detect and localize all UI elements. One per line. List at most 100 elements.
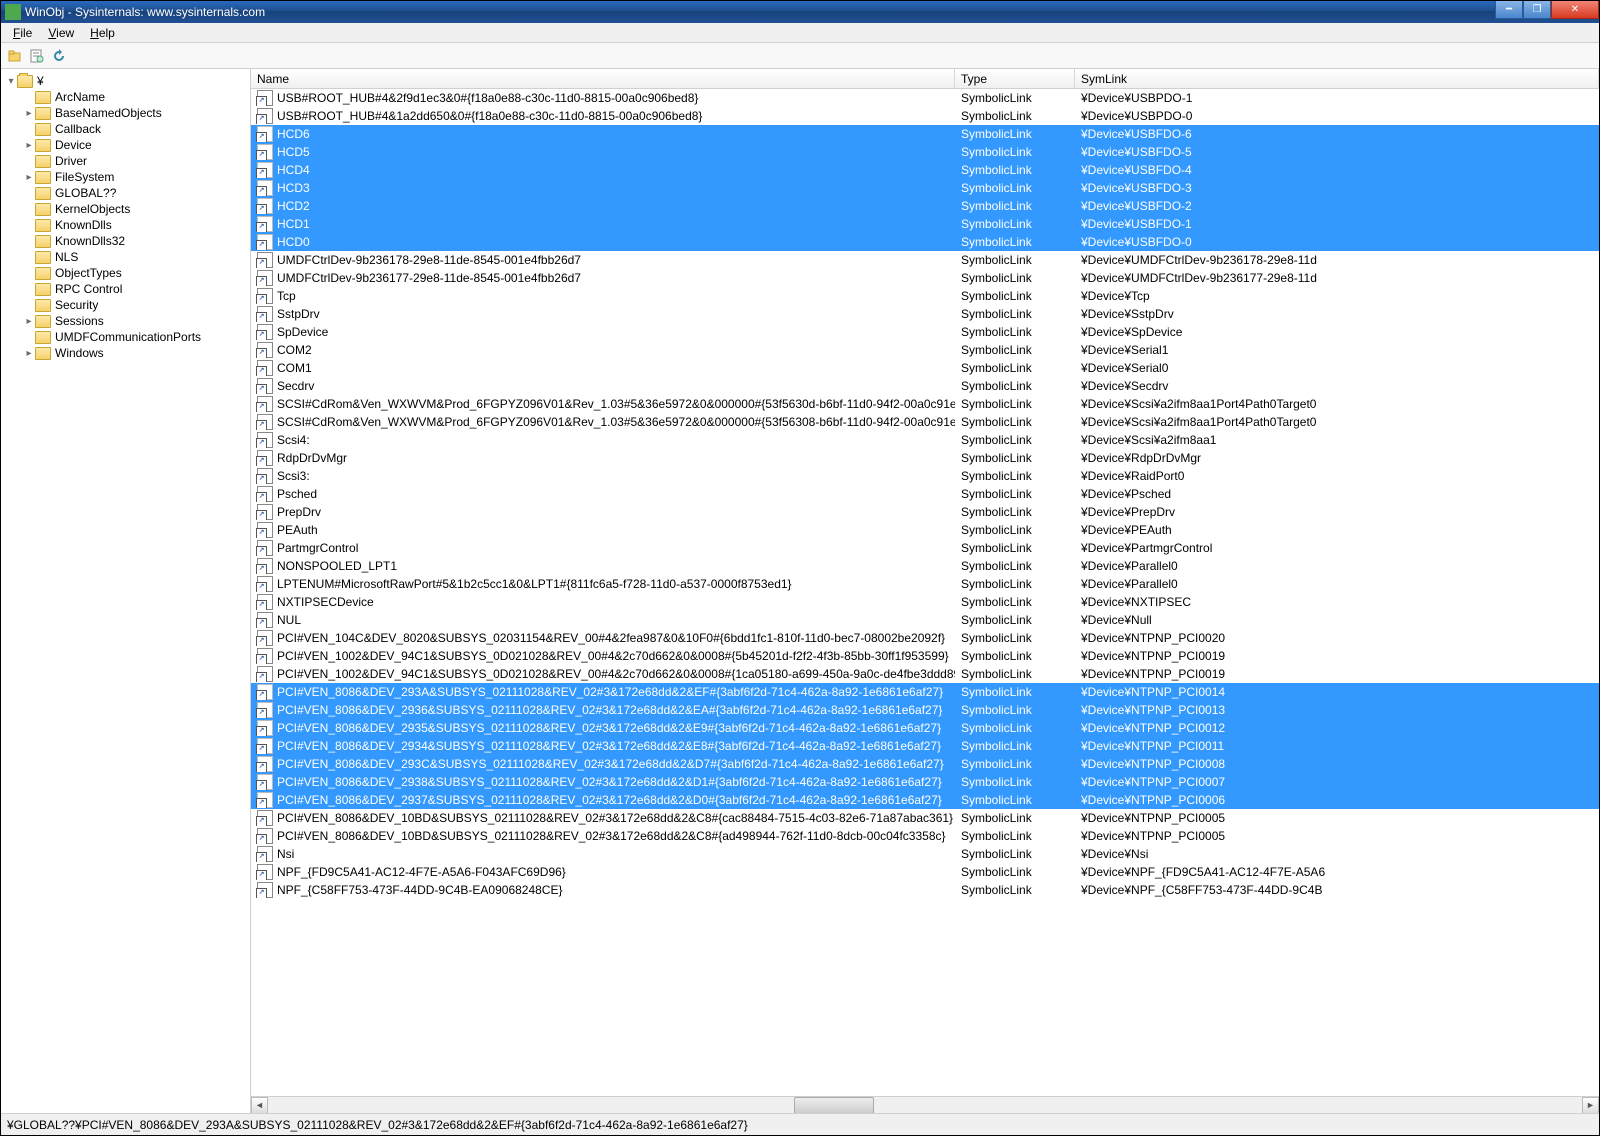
list-row[interactable]: UMDFCtrlDev-9b236177-29e8-11de-8545-001e…	[251, 269, 1599, 287]
menu-view[interactable]: View	[40, 24, 82, 42]
list-row[interactable]: NULSymbolicLink¥Device¥Null	[251, 611, 1599, 629]
list-row[interactable]: UMDFCtrlDev-9b236178-29e8-11de-8545-001e…	[251, 251, 1599, 269]
tree-item[interactable]: NLS	[1, 249, 250, 265]
tree-item[interactable]: RPC Control	[1, 281, 250, 297]
expand-icon[interactable]: ▸	[23, 140, 35, 151]
menu-file[interactable]: File	[5, 24, 40, 42]
list-row[interactable]: PCI#VEN_8086&DEV_293C&SUBSYS_02111028&RE…	[251, 755, 1599, 773]
shortcut-icon	[257, 324, 273, 340]
tree-panel[interactable]: ▾ ¥ ArcName ▸ BaseNamedObjectsCallback▸Dev…	[1, 69, 251, 1113]
list-row[interactable]: Scsi4:SymbolicLink¥Device¥Scsi¥a2ifm8aa1	[251, 431, 1599, 449]
collapse-icon[interactable]: ▾	[5, 76, 17, 87]
list-row[interactable]: RdpDrDvMgrSymbolicLink¥Device¥RdpDrDvMgr	[251, 449, 1599, 467]
list-row[interactable]: PCI#VEN_8086&DEV_2934&SUBSYS_02111028&RE…	[251, 737, 1599, 755]
tree-item[interactable]: KnownDlls	[1, 217, 250, 233]
tree-root[interactable]: ▾ ¥	[1, 73, 250, 89]
shortcut-icon	[257, 738, 273, 754]
column-type[interactable]: Type	[955, 69, 1075, 88]
list-row[interactable]: HCD3SymbolicLink¥Device¥USBFDO-3	[251, 179, 1599, 197]
list-row[interactable]: PCI#VEN_8086&DEV_2935&SUBSYS_02111028&RE…	[251, 719, 1599, 737]
row-symlink: ¥Device¥SstpDrv	[1075, 307, 1599, 321]
row-symlink: ¥Device¥NTPNP_PCI0008	[1075, 757, 1599, 771]
list-row[interactable]: NPF_{C58FF753-473F-44DD-9C4B-EA09068248C…	[251, 881, 1599, 899]
tree-item-label: BaseNamedObjects	[55, 106, 162, 120]
menu-help[interactable]: Help	[82, 24, 123, 42]
list-row[interactable]: COM2SymbolicLink¥Device¥Serial1	[251, 341, 1599, 359]
tree-item[interactable]: Driver	[1, 153, 250, 169]
tree-item[interactable]: ▸Sessions	[1, 313, 250, 329]
expand-icon[interactable]: ▸	[23, 348, 35, 359]
column-symlink[interactable]: SymLink	[1075, 69, 1599, 88]
scroll-left-icon[interactable]: ◄	[251, 1097, 268, 1114]
maximize-button[interactable]: ❐	[1523, 1, 1551, 19]
list-row[interactable]: PCI#VEN_8086&DEV_2936&SUBSYS_02111028&RE…	[251, 701, 1599, 719]
horizontal-scrollbar[interactable]: ◄ ►	[251, 1096, 1599, 1113]
shortcut-icon	[257, 414, 273, 430]
list-row[interactable]: COM1SymbolicLink¥Device¥Serial0	[251, 359, 1599, 377]
toolbar-refresh-icon[interactable]	[49, 46, 69, 66]
list-row[interactable]: PEAuthSymbolicLink¥Device¥PEAuth	[251, 521, 1599, 539]
list-row[interactable]: Scsi3:SymbolicLink¥Device¥RaidPort0	[251, 467, 1599, 485]
tree-item[interactable]: UMDFCommunicationPorts	[1, 329, 250, 345]
list-row[interactable]: PCI#VEN_104C&DEV_8020&SUBSYS_02031154&RE…	[251, 629, 1599, 647]
row-symlink: ¥Device¥UMDFCtrlDev-9b236177-29e8-11d	[1075, 271, 1599, 285]
row-symlink: ¥Device¥USBFDO-4	[1075, 163, 1599, 177]
column-name[interactable]: Name	[251, 69, 955, 88]
expand-icon[interactable]: ▸	[23, 316, 35, 327]
list-row[interactable]: USB#ROOT_HUB#4&1a2dd650&0#{f18a0e88-c30c…	[251, 107, 1599, 125]
list-row[interactable]: PCI#VEN_8086&DEV_10BD&SUBSYS_02111028&RE…	[251, 809, 1599, 827]
tree-item[interactable]: ArcName	[1, 89, 250, 105]
minimize-button[interactable]: ━	[1495, 1, 1523, 19]
tree-item[interactable]: ObjectTypes	[1, 265, 250, 281]
list-row[interactable]: HCD0SymbolicLink¥Device¥USBFDO-0	[251, 233, 1599, 251]
list-row[interactable]: HCD5SymbolicLink¥Device¥USBFDO-5	[251, 143, 1599, 161]
row-name: PrepDrv	[277, 505, 321, 519]
list-row[interactable]: PartmgrControlSymbolicLink¥Device¥Partmg…	[251, 539, 1599, 557]
toolbar-open-icon[interactable]	[5, 46, 25, 66]
titlebar[interactable]: WinObj - Sysinternals: www.sysinternals.…	[1, 1, 1599, 23]
list-row[interactable]: USB#ROOT_HUB#4&2f9d1ec3&0#{f18a0e88-c30c…	[251, 89, 1599, 107]
row-symlink: ¥Device¥Psched	[1075, 487, 1599, 501]
tree-item[interactable]: KnownDlls32	[1, 233, 250, 249]
list-row[interactable]: PschedSymbolicLink¥Device¥Psched	[251, 485, 1599, 503]
list-row[interactable]: PCI#VEN_8086&DEV_10BD&SUBSYS_02111028&RE…	[251, 827, 1599, 845]
list-row[interactable]: PCI#VEN_1002&DEV_94C1&SUBSYS_0D021028&RE…	[251, 647, 1599, 665]
list-row[interactable]: HCD1SymbolicLink¥Device¥USBFDO-1	[251, 215, 1599, 233]
tree-item[interactable]: KernelObjects	[1, 201, 250, 217]
list-row[interactable]: PCI#VEN_8086&DEV_293A&SUBSYS_02111028&RE…	[251, 683, 1599, 701]
list-row[interactable]: PCI#VEN_8086&DEV_2937&SUBSYS_02111028&RE…	[251, 791, 1599, 809]
list-row[interactable]: LPTENUM#MicrosoftRawPort#5&1b2c5cc1&0&LP…	[251, 575, 1599, 593]
tree-item[interactable]: GLOBAL??	[1, 185, 250, 201]
expand-icon[interactable]: ▸	[23, 108, 35, 119]
list-row[interactable]: HCD4SymbolicLink¥Device¥USBFDO-4	[251, 161, 1599, 179]
toolbar-properties-icon[interactable]	[27, 46, 47, 66]
tree-item[interactable]: ▸Windows	[1, 345, 250, 361]
expand-icon[interactable]: ▸	[23, 172, 35, 183]
tree-item[interactable]: ▸Device	[1, 137, 250, 153]
list-row[interactable]: HCD2SymbolicLink¥Device¥USBFDO-2	[251, 197, 1599, 215]
list-row[interactable]: NONSPOOLED_LPT1SymbolicLink¥Device¥Paral…	[251, 557, 1599, 575]
scroll-track[interactable]	[268, 1097, 1582, 1114]
scroll-thumb[interactable]	[794, 1097, 874, 1114]
tree-item[interactable]: Security	[1, 297, 250, 313]
list-row[interactable]: PCI#VEN_1002&DEV_94C1&SUBSYS_0D021028&RE…	[251, 665, 1599, 683]
list-row[interactable]: NsiSymbolicLink¥Device¥Nsi	[251, 845, 1599, 863]
tree-item[interactable]: ▸FileSystem	[1, 169, 250, 185]
list-row[interactable]: SecdrvSymbolicLink¥Device¥Secdrv	[251, 377, 1599, 395]
list-row[interactable]: SCSI#CdRom&Ven_WXWVM&Prod_6FGPYZ096V01&R…	[251, 413, 1599, 431]
list-row[interactable]: SstpDrvSymbolicLink¥Device¥SstpDrv	[251, 305, 1599, 323]
tree-item[interactable]: Callback	[1, 121, 250, 137]
close-button[interactable]: ✕	[1551, 1, 1599, 19]
row-symlink: ¥Device¥Nsi	[1075, 847, 1599, 861]
list-row[interactable]: NXTIPSECDeviceSymbolicLink¥Device¥NXTIPS…	[251, 593, 1599, 611]
list-row[interactable]: NPF_{FD9C5A41-AC12-4F7E-A5A6-F043AFC69D9…	[251, 863, 1599, 881]
list-row[interactable]: SCSI#CdRom&Ven_WXWVM&Prod_6FGPYZ096V01&R…	[251, 395, 1599, 413]
list-row[interactable]: HCD6SymbolicLink¥Device¥USBFDO-6	[251, 125, 1599, 143]
tree-item[interactable]: ▸ BaseNamedObjects	[1, 105, 250, 121]
list-row[interactable]: PrepDrvSymbolicLink¥Device¥PrepDrv	[251, 503, 1599, 521]
list-body[interactable]: USB#ROOT_HUB#4&2f9d1ec3&0#{f18a0e88-c30c…	[251, 89, 1599, 1096]
list-row[interactable]: TcpSymbolicLink¥Device¥Tcp	[251, 287, 1599, 305]
list-row[interactable]: SpDeviceSymbolicLink¥Device¥SpDevice	[251, 323, 1599, 341]
scroll-right-icon[interactable]: ►	[1582, 1097, 1599, 1114]
list-row[interactable]: PCI#VEN_8086&DEV_2938&SUBSYS_02111028&RE…	[251, 773, 1599, 791]
